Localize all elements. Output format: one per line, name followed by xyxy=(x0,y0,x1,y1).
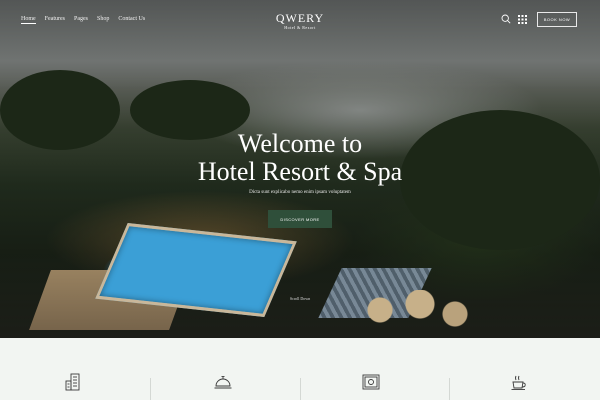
brand-tagline: Hotel & Resort xyxy=(284,25,316,30)
coffee-cup-icon xyxy=(511,375,526,390)
hero-subtitle: Dicta sunt explicabo nemo enim ipsam vol… xyxy=(249,190,351,195)
hero-title-line1: Welcome to xyxy=(237,129,363,158)
search-icon[interactable] xyxy=(501,14,511,24)
apps-grid-icon[interactable] xyxy=(518,15,527,24)
book-now-button[interactable]: BOOK NOW xyxy=(537,12,577,27)
discover-more-button[interactable]: DISCOVER MORE xyxy=(268,210,332,228)
hotel-building-icon xyxy=(65,373,80,391)
feature-divider xyxy=(300,378,301,400)
top-navigation: Home Features Pages Shop Contact Us QWER… xyxy=(0,0,600,40)
hero-title-line2: Hotel Resort & Spa xyxy=(197,157,403,186)
room-service-bell-icon xyxy=(214,376,232,389)
scroll-down-link[interactable]: Scroll Down xyxy=(0,296,600,301)
safe-box-icon xyxy=(362,374,380,390)
feature-divider xyxy=(449,378,450,400)
feature-divider xyxy=(150,378,151,400)
hero-title: Welcome to Hotel Resort & Spa xyxy=(0,130,600,186)
